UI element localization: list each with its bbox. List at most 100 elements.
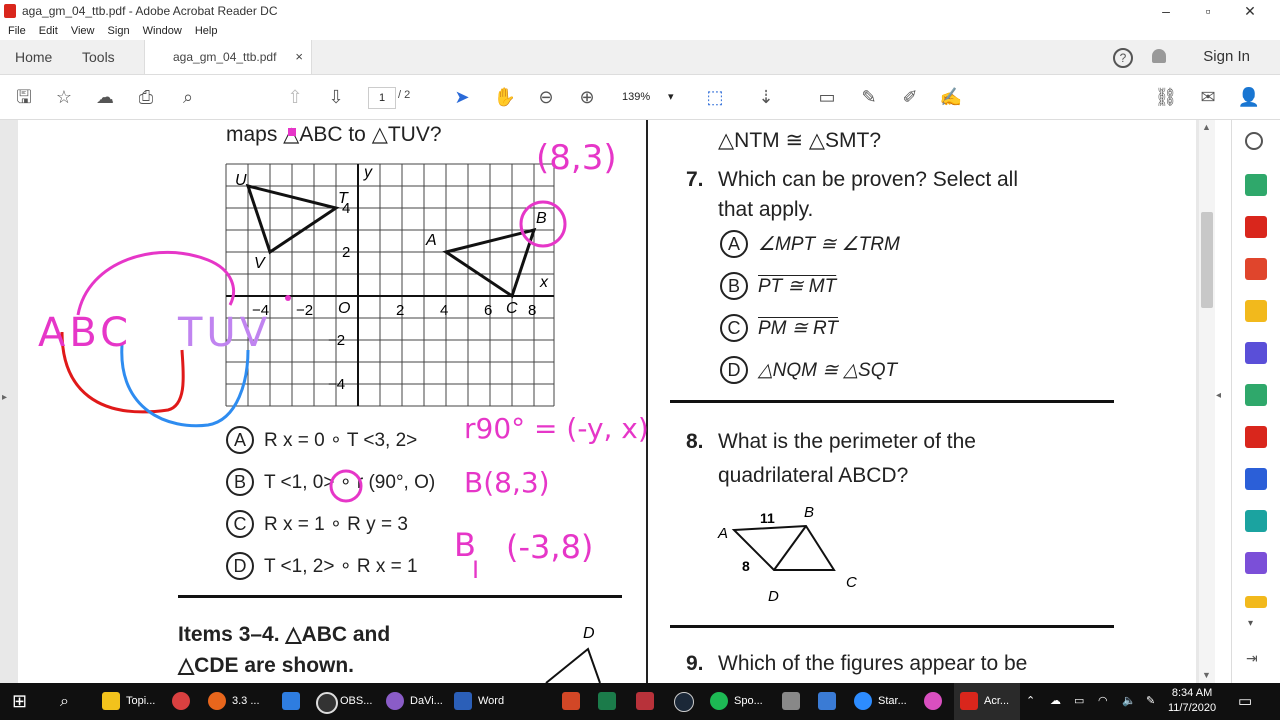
taskbar-search-icon[interactable]: ⌕ [60,683,84,720]
more-tools-icon[interactable] [1245,596,1267,608]
taskbar-clock[interactable]: 8:34 AM 11/7/2020 [1168,686,1216,716]
davinci-icon [386,692,404,710]
minimize-button[interactable]: – [1146,0,1186,22]
document-viewport[interactable]: ▸ maps △ABC to △TUV? U T V A B C x y O −… [0,120,1215,683]
taskbar-item[interactable] [166,683,202,720]
zoom-search-icon[interactable] [1245,132,1263,150]
email-icon[interactable]: ✉ [1196,85,1220,109]
page-up-icon[interactable]: ⇧ [283,85,307,109]
taskbar-item[interactable]: Topi... [96,683,160,720]
zoom-level-select[interactable]: 139% ▾ [622,87,680,107]
taskbar-item[interactable]: Star... [848,683,914,720]
tray-network-icon[interactable]: ▭ [1074,683,1088,720]
print-icon[interactable]: ⎙ [134,85,158,109]
windows-taskbar: ⊞ ⌕ Topi... 3.3 ... OBS... DaVi... Word … [0,683,1280,720]
close-window-button[interactable]: ✕ [1230,0,1270,22]
edit-pdf-icon[interactable] [1245,258,1267,280]
marquee-select-icon[interactable]: ⬚ [703,85,727,109]
dropbox-icon [282,692,300,710]
start-windows-icon[interactable]: ⊞ [12,683,36,720]
combine-files-icon[interactable] [1245,342,1267,364]
sign-in-button[interactable]: Sign In [1203,40,1250,74]
protect-icon[interactable] [1245,468,1267,490]
draw-icon[interactable]: ✐ [898,85,922,109]
taskbar-item[interactable] [630,683,660,720]
taskbar-item[interactable] [592,683,622,720]
fill-sign-icon[interactable]: ✍ [939,85,963,109]
menu-help[interactable]: Help [195,22,218,40]
ink-dot [285,295,291,301]
hand-tool-icon[interactable]: ✋ [493,85,517,109]
scrollbar-thumb[interactable] [1201,212,1213,308]
menu-window[interactable]: Window [143,22,182,40]
export-pdf-icon[interactable] [1245,174,1267,196]
send-for-review-icon[interactable] [1245,510,1267,532]
collapse-left-panel-icon[interactable]: ▸ [2,392,7,403]
vertical-scrollbar[interactable]: ▲ ▼ [1199,120,1215,683]
tray-cloud-icon[interactable]: ☁ [1050,683,1064,720]
collapse-panel-icon[interactable]: ⇥ [1246,650,1258,667]
ink-note-8-3: (8,3) [536,138,617,178]
comment-tool-icon[interactable] [1245,300,1267,322]
word-icon [454,692,472,710]
tab-document[interactable]: aga_gm_04_ttb.pdf × [144,40,312,74]
expand-right-panel-icon[interactable]: ◂ [1216,390,1221,401]
help-icon[interactable]: ? [1113,48,1133,68]
scroll-down-icon[interactable]: ▼ [1202,670,1211,680]
obs-icon [316,692,338,714]
taskbar-item[interactable] [276,683,306,720]
share-user-icon[interactable]: 👤 [1237,85,1261,109]
request-signature-icon[interactable] [1245,552,1267,574]
taskbar-item-acrobat[interactable]: Acr... [954,683,1020,720]
page-number-input[interactable]: 1 [368,87,396,109]
taskbar-item[interactable]: OBS... [310,683,378,720]
close-tab-icon[interactable]: × [295,40,303,74]
link-icon[interactable]: ⛓ [1154,85,1178,109]
tab-home[interactable]: Home [15,40,52,74]
taskbar-item[interactable]: Spo... [704,683,770,720]
highlight-pen-icon[interactable]: ✎ [857,85,881,109]
maximize-button[interactable]: ▫ [1188,0,1228,22]
page-down-icon[interactable]: ⇩ [324,85,348,109]
menu-file[interactable]: File [8,22,26,40]
organize-pages-icon[interactable] [1245,384,1267,406]
zoom-out-icon[interactable]: ⊖ [534,85,558,109]
upload-cloud-icon[interactable]: ☁ [93,85,117,109]
zoom-in-icon[interactable]: ⊕ [575,85,599,109]
select-pointer-icon[interactable]: ➤ [450,85,474,109]
chevron-down-icon[interactable]: ▾ [1248,618,1253,629]
tray-volume-icon[interactable]: 🔈 [1122,683,1136,720]
taskbar-item[interactable]: Word [448,683,514,720]
notifications-icon[interactable]: ▭ [1238,683,1258,720]
menu-edit[interactable]: Edit [39,22,58,40]
tray-pen-icon[interactable]: ✎ [1146,683,1160,720]
tray-chevron-up-icon[interactable]: ⌃ [1026,683,1040,720]
search-icon[interactable]: ⌕ [176,85,200,109]
tab-tools[interactable]: Tools [82,40,115,74]
taskbar-item[interactable] [556,683,586,720]
create-pdf-icon[interactable] [1245,216,1267,238]
notification-bell-icon[interactable] [1152,49,1166,63]
acrobat-icon [960,692,978,710]
menu-sign[interactable]: Sign [108,22,130,40]
taskbar-item[interactable]: DaVi... [380,683,446,720]
ink-circle-b [519,200,567,248]
fill-sign-tool-icon[interactable] [1245,426,1267,448]
bookmark-star-icon[interactable]: ☆ [52,85,76,109]
scroll-up-icon[interactable]: ▲ [1202,122,1211,132]
taskbar-item[interactable] [918,683,948,720]
comment-icon[interactable]: ▭ [815,85,839,109]
taskbar-item[interactable]: 3.3 ... [202,683,266,720]
tray-wifi-icon[interactable]: ◠ [1098,683,1112,720]
taskbar-item[interactable] [812,683,842,720]
menu-view[interactable]: View [71,22,95,40]
scroll-mode-icon[interactable]: ⇣ [754,85,778,109]
ink-note-minus3-8: (-3,8) [506,528,594,566]
save-icon[interactable]: 🖫 [12,85,36,109]
zoom-app-icon [854,692,872,710]
taskbar-item[interactable] [668,683,698,720]
tab-bar: Home Tools aga_gm_04_ttb.pdf × ? Sign In [0,40,1280,75]
ink-note-b-8-3: B(8,3) [464,466,550,499]
taskbar-item[interactable] [776,683,806,720]
steam-icon [674,692,694,712]
